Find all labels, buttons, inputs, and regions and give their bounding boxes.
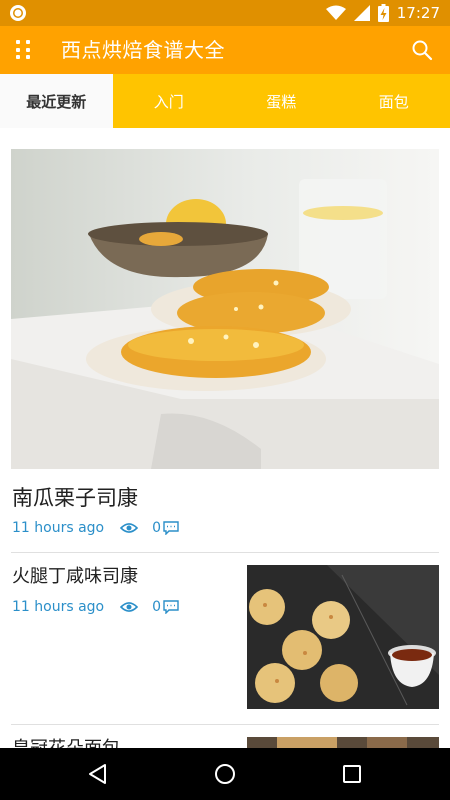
comment-count: 0 — [152, 599, 162, 615]
record-icon — [10, 5, 26, 21]
article-title[interactable]: 皇冠花朵面包 — [12, 734, 120, 748]
comment-count: 0 — [152, 520, 162, 536]
signal-icon — [353, 5, 370, 21]
ham-scones-photo[interactable] — [247, 565, 439, 709]
article-title[interactable]: 火腿丁咸味司康 — [12, 562, 138, 588]
pumpkin-scones-photo[interactable] — [11, 149, 439, 469]
article-time: 11 hours ago — [12, 520, 105, 536]
article-title[interactable]: 南瓜栗子司康 — [12, 482, 138, 512]
recents-icon[interactable] — [340, 762, 364, 786]
back-icon[interactable] — [86, 762, 110, 786]
status-bar: 17:27 — [0, 0, 450, 26]
tab-bread[interactable]: 面包 — [338, 74, 450, 128]
search-icon[interactable] — [410, 38, 434, 62]
grid-dots-icon[interactable] — [10, 36, 36, 64]
comment-icon[interactable] — [163, 521, 179, 535]
navigation-bar — [0, 748, 450, 800]
crown-bread-photo[interactable] — [247, 737, 439, 748]
tab-cake[interactable]: 蛋糕 — [225, 74, 338, 128]
home-icon[interactable] — [213, 762, 237, 786]
battery-charging-icon — [377, 4, 389, 22]
eye-icon — [120, 523, 139, 533]
divider — [11, 724, 439, 725]
app-title: 西点烘焙食谱大全 — [61, 38, 225, 62]
category-tabs: 最近更新 入门 蛋糕 面包 — [0, 74, 450, 128]
article-list[interactable]: 南瓜栗子司康 11 hours ago 0 火腿丁咸味司康 11 hours a… — [0, 128, 450, 748]
divider — [11, 552, 439, 553]
comment-icon[interactable] — [163, 600, 179, 614]
app-bar: 西点烘焙食谱大全 — [0, 26, 450, 74]
article-meta: 11 hours ago 0 — [12, 599, 179, 615]
article-time: 11 hours ago — [12, 599, 105, 615]
wifi-icon — [325, 5, 346, 20]
status-time: 17:27 — [396, 4, 440, 22]
eye-icon — [120, 602, 139, 612]
article-meta: 11 hours ago 0 — [12, 520, 179, 536]
tab-latest[interactable]: 最近更新 — [0, 74, 113, 128]
tab-beginner[interactable]: 入门 — [113, 74, 226, 128]
